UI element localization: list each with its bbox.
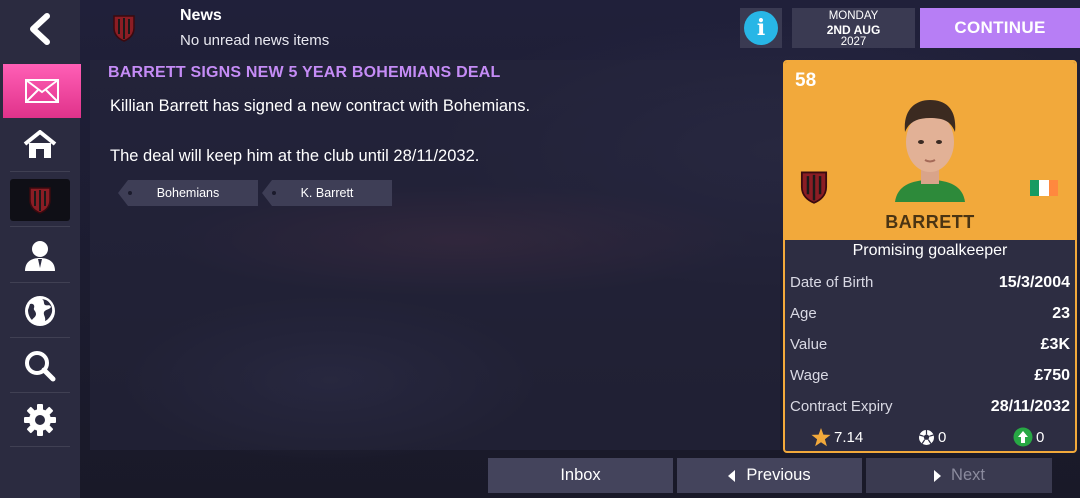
sidebar-item-settings[interactable] xyxy=(0,393,80,447)
globe-icon xyxy=(25,296,55,326)
player-name: BARRETT xyxy=(885,212,975,232)
info-button[interactable]: i xyxy=(740,8,782,48)
tag-player[interactable]: K. Barrett xyxy=(262,180,392,206)
stat-row-contract-expiry: Contract Expiry 28/11/2032 xyxy=(790,391,1070,422)
goals-value: 0 xyxy=(938,428,947,446)
next-button[interactable]: Next xyxy=(866,458,1052,493)
stat-row-dob: Date of Birth 15/3/2004 xyxy=(790,267,1070,298)
sidebar-item-search[interactable] xyxy=(0,339,80,393)
football-icon xyxy=(919,429,934,445)
sidebar-item-club[interactable] xyxy=(0,173,80,227)
news-headline: BARRETT SIGNS NEW 5 YEAR BOHEMIANS DEAL xyxy=(108,64,501,81)
club-shield-icon xyxy=(800,171,828,204)
stat-label: Value xyxy=(790,336,828,353)
assists: 0 xyxy=(1013,427,1044,447)
page-title: News xyxy=(180,7,222,24)
stat-value: 15/3/2004 xyxy=(998,273,1070,291)
sidebar-item-world[interactable] xyxy=(0,284,80,338)
next-button-label: Next xyxy=(951,466,985,484)
stat-value: 28/11/2032 xyxy=(990,397,1070,415)
tag-label: Bohemians xyxy=(156,186,220,200)
sidebar xyxy=(0,0,81,498)
previous-button-label: Previous xyxy=(746,466,811,484)
back-arrow-icon xyxy=(30,13,50,45)
stat-value: £3K xyxy=(1040,335,1070,353)
club-shield-icon xyxy=(29,187,51,214)
home-icon xyxy=(23,130,57,158)
star-icon xyxy=(811,427,831,446)
previous-button[interactable]: Previous xyxy=(677,458,862,493)
caret-right-icon xyxy=(934,469,942,482)
sidebar-item-inbox[interactable] xyxy=(3,64,81,118)
club-box xyxy=(10,179,70,221)
tag-club[interactable]: Bohemians xyxy=(118,180,258,206)
goals: 0 xyxy=(918,429,946,446)
tag-hole-icon xyxy=(272,191,276,195)
header: News No unread news items i MONDAY 2ND A… xyxy=(80,0,1080,58)
stat-row-value: Value £3K xyxy=(790,329,1070,360)
player-card-header: 58 BARRETT xyxy=(785,62,1075,240)
news-body: Killian Barrett has signed a new contrac… xyxy=(110,94,530,169)
news-tags: Bohemians K. Barrett xyxy=(118,180,392,206)
back-button[interactable] xyxy=(0,2,80,56)
news-panel: BARRETT SIGNS NEW 5 YEAR BOHEMIANS DEAL … xyxy=(90,60,780,450)
stat-row-age: Age 23 xyxy=(790,298,1070,329)
sidebar-item-home[interactable] xyxy=(0,118,80,172)
club-shield-icon xyxy=(113,15,135,42)
inbox-button[interactable]: Inbox xyxy=(488,458,673,493)
stat-row-wage: Wage £750 xyxy=(790,360,1070,391)
player-portrait xyxy=(895,100,965,202)
avg-rating: 7.14 xyxy=(811,427,864,447)
news-body-line: Killian Barrett has signed a new contrac… xyxy=(110,97,531,115)
inbox-button-label: Inbox xyxy=(560,466,601,484)
stat-label: Contract Expiry xyxy=(790,398,893,415)
stat-label: Date of Birth xyxy=(790,274,874,291)
stat-value: 23 xyxy=(1052,304,1070,322)
assist-boot-icon xyxy=(1013,427,1033,447)
page-subtitle: No unread news items xyxy=(180,32,330,49)
mail-icon xyxy=(25,79,59,103)
continue-button[interactable]: CONTINUE xyxy=(920,8,1080,48)
stat-label: Wage xyxy=(790,367,829,384)
news-body-line: The deal will keep him at the club until… xyxy=(110,147,480,165)
date-day-month: 2ND AUG xyxy=(826,22,881,37)
sidebar-item-staff[interactable] xyxy=(0,229,80,283)
player-card-footer: 7.14 0 0 xyxy=(785,425,1075,449)
date-year: 2027 xyxy=(840,35,867,48)
gear-icon xyxy=(24,404,56,436)
stat-value: £750 xyxy=(1034,366,1070,384)
search-icon xyxy=(25,351,56,382)
player-card[interactable]: 58 BARRETT Promising goalkeeper Date of … xyxy=(783,60,1077,453)
date-weekday: MONDAY xyxy=(828,10,879,22)
assists-value: 0 xyxy=(1036,428,1045,446)
person-icon xyxy=(25,241,55,271)
stat-label: Age xyxy=(790,305,817,322)
player-role: Promising goalkeeper xyxy=(852,242,1008,259)
avg-rating-value: 7.14 xyxy=(834,428,864,446)
player-rating: 58 xyxy=(795,70,817,91)
caret-left-icon xyxy=(728,469,736,482)
ireland-flag-icon xyxy=(1030,180,1058,196)
game-date: MONDAY 2ND AUG 2027 xyxy=(792,8,915,48)
tag-hole-icon xyxy=(128,191,132,195)
tag-label: K. Barrett xyxy=(300,186,354,200)
info-icon: i xyxy=(744,11,778,45)
